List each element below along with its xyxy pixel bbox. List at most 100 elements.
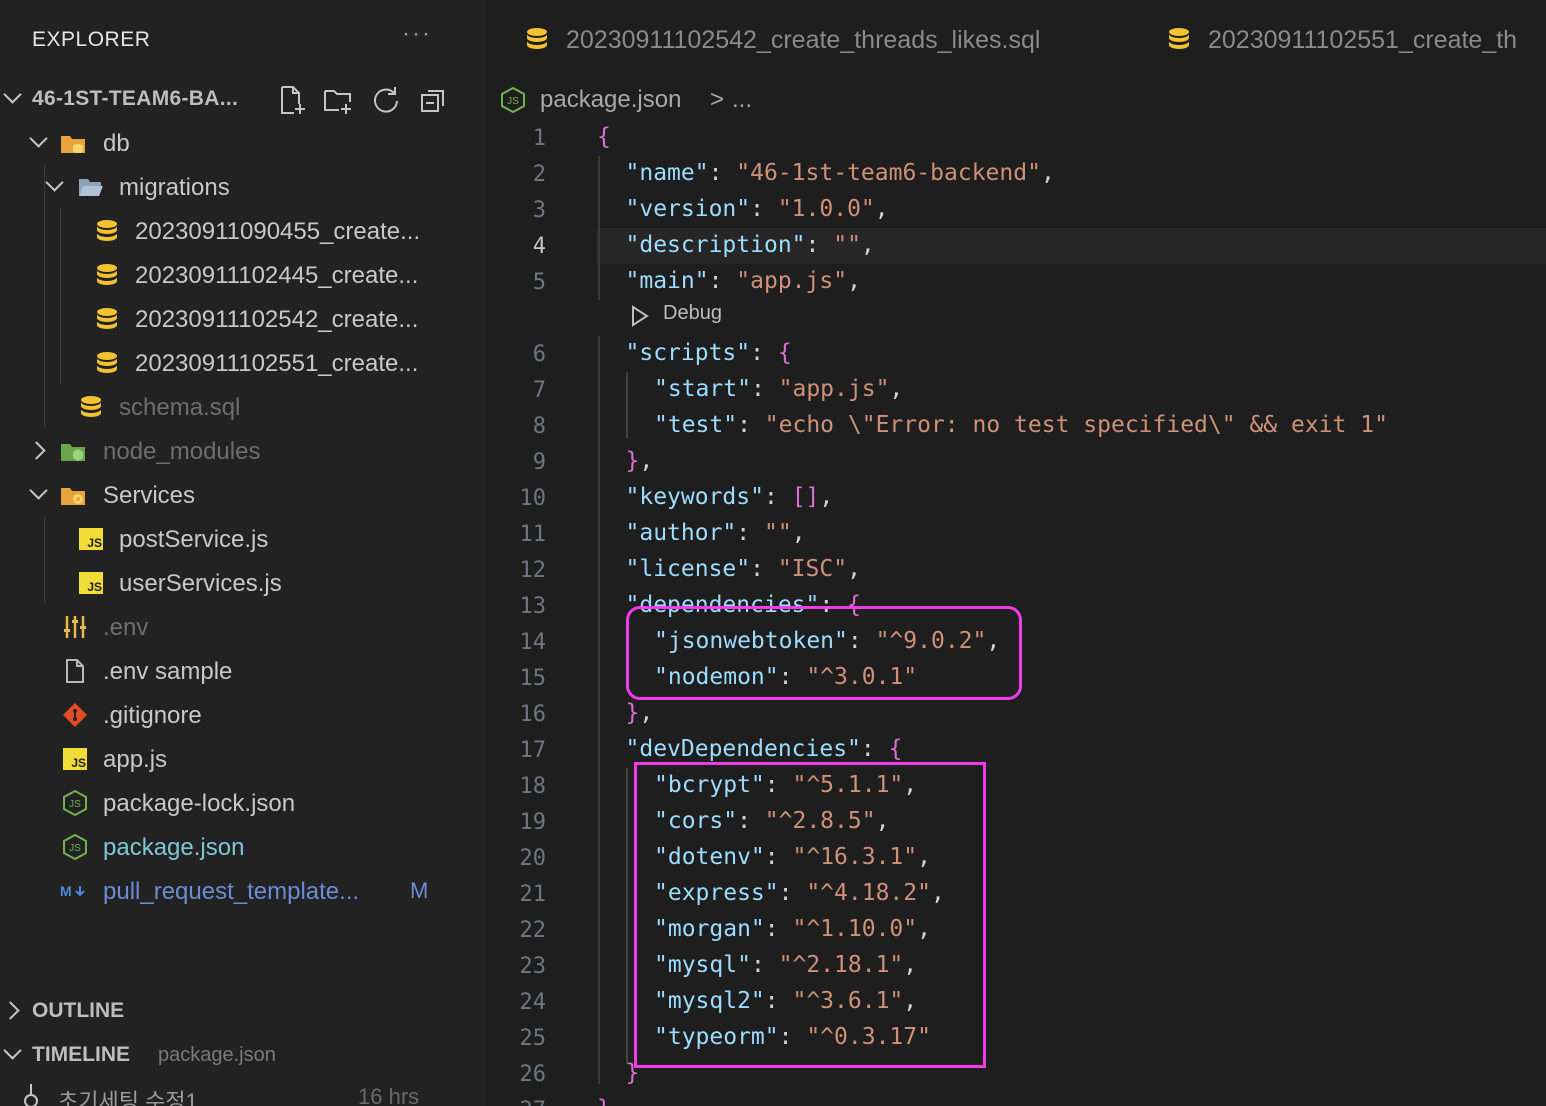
folder-services-icon	[61, 488, 85, 505]
folder-node-icon	[61, 444, 85, 461]
js-file-icon: JS	[79, 572, 103, 594]
indent-guide	[598, 336, 600, 1084]
tree-item-label: node_modules	[103, 438, 261, 465]
line-number: 24	[519, 990, 547, 1015]
code-line[interactable]: },	[626, 448, 654, 474]
tree-folder-node-modules[interactable]: node_modules	[0, 430, 486, 470]
tree-item-label: package.json	[103, 834, 245, 861]
line-number: 23	[519, 954, 547, 979]
code-line[interactable]: "devDependencies": {	[626, 736, 903, 762]
code-line[interactable]: "license": "ISC",	[626, 556, 861, 582]
code-line[interactable]: "author": "",	[626, 520, 806, 546]
code-line[interactable]: "scripts": {	[626, 340, 792, 366]
code-line[interactable]: "test": "echo \"Error: no test specified…	[654, 412, 1388, 438]
new-folder-icon[interactable]	[322, 84, 354, 116]
line-number: 12	[519, 558, 547, 583]
line-number: 10	[519, 486, 547, 511]
timeline-entry-message: 초기세팅 수정1	[58, 1089, 198, 1106]
tree-item-label: app.js	[103, 746, 168, 773]
line-number: 11	[519, 522, 547, 547]
git-icon	[63, 703, 87, 727]
git-modified-badge: M	[410, 878, 429, 903]
project-name: 46-1ST-TEAM6-BA...	[32, 87, 239, 110]
indent-guide	[626, 768, 628, 1064]
line-number: 2	[532, 162, 546, 187]
tree-item-label: .env	[103, 614, 149, 641]
svg-text:JS: JS	[69, 799, 81, 810]
outline-section-header[interactable]: OUTLINE	[0, 990, 486, 1030]
code-line[interactable]: "version": "1.0.0",	[626, 196, 889, 222]
tree-item-label: postService.js	[119, 526, 269, 553]
more-actions-button[interactable]: ···	[402, 20, 432, 48]
line-number: 26	[519, 1062, 547, 1087]
tree-item-label: 20230911102542_create...	[135, 306, 419, 333]
tree-item-label: .gitignore	[103, 702, 202, 729]
code-line[interactable]: }	[597, 1096, 611, 1106]
database-icon	[97, 220, 117, 241]
code-line[interactable]: "name": "46-1st-team6-backend",	[626, 160, 1055, 186]
tree-file-package-lock[interactable]: JS package-lock.json	[0, 782, 486, 822]
code-view[interactable]: Debug 1 {2 "name": "46-1st-team6-backend",…	[486, 0, 1546, 1106]
tree-item-label: schema.sql	[119, 394, 241, 421]
chevron-right-icon	[27, 441, 46, 460]
tree-item-label: userServices.js	[119, 570, 282, 597]
line-number: 13	[519, 594, 547, 619]
line-number: 21	[519, 882, 547, 907]
commit-icon	[24, 1084, 38, 1106]
timeline-file: package.json	[158, 1044, 276, 1066]
line-number: 4	[532, 234, 546, 259]
tree-file-env-sample[interactable]: .env sample	[0, 650, 486, 690]
tree-folder-services[interactable]: Services	[0, 474, 486, 514]
svg-text:M: M	[60, 883, 72, 899]
line-number: 25	[519, 1026, 547, 1051]
tree-file-sql[interactable]: 20230911090455_create...	[0, 210, 486, 250]
database-icon	[81, 396, 101, 417]
tree-file-schema-sql[interactable]: schema.sql	[0, 386, 486, 426]
svg-text:JS: JS	[69, 843, 81, 854]
play-icon	[632, 305, 649, 327]
line-number: 16	[519, 702, 547, 727]
project-root-row[interactable]: 46-1ST-TEAM6-BA...	[0, 78, 486, 118]
nodejs-icon: JS	[63, 790, 87, 816]
code-line[interactable]: "start": "app.js",	[654, 376, 903, 402]
code-line[interactable]: },	[626, 700, 654, 726]
line-number: 18	[519, 774, 547, 799]
new-file-icon[interactable]	[276, 84, 308, 116]
line-number: 20	[519, 846, 547, 871]
chevron-down-icon	[3, 85, 22, 104]
code-line[interactable]: "description": "",	[626, 232, 875, 258]
tree-item-label: pull_request_template...	[103, 878, 360, 905]
timeline-entry[interactable]: 초기세팅 수정1 16 hrs	[0, 1076, 486, 1106]
refresh-icon[interactable]	[370, 84, 402, 116]
line-number: 3	[532, 198, 546, 223]
tree-file-gitignore[interactable]: .gitignore	[0, 694, 486, 734]
explorer-sidebar: EXPLORER ··· 46-1ST-TEAM6-BA... db migra…	[0, 0, 486, 1106]
folder-db-icon	[61, 136, 85, 153]
tree-file-sql[interactable]: 20230911102445_create...	[0, 254, 486, 294]
line-number: 7	[532, 378, 546, 403]
js-file-icon: JS	[63, 748, 87, 770]
tree-file-js[interactable]: JS userServices.js	[0, 562, 486, 602]
tree-file-js[interactable]: JS postService.js	[0, 518, 486, 558]
line-number: 8	[532, 414, 546, 439]
tree-item-label: 20230911102551_create...	[135, 350, 419, 377]
tree-file-env[interactable]: .env	[0, 606, 486, 646]
timeline-section-header[interactable]: TIMELINE package.json	[0, 1034, 486, 1074]
tree-file-package-json[interactable]: JS package.json	[0, 826, 486, 866]
tree-folder-db[interactable]: db	[0, 122, 486, 162]
line-number: 5	[532, 270, 546, 295]
tree-item-label: .env sample	[103, 658, 233, 685]
database-icon	[97, 352, 117, 373]
tree-file-sql[interactable]: 20230911102551_create...	[0, 342, 486, 382]
js-file-icon: JS	[79, 528, 103, 550]
code-line[interactable]: "keywords": [],	[626, 484, 834, 510]
highlight-annotation-box	[626, 606, 1022, 700]
tree-folder-migrations[interactable]: migrations	[0, 166, 486, 206]
chevron-right-icon	[1, 1001, 20, 1020]
collapse-all-icon[interactable]	[418, 84, 450, 116]
code-line[interactable]: {	[597, 124, 611, 150]
tree-file-sql[interactable]: 20230911102542_create...	[0, 298, 486, 338]
tree-file-js[interactable]: JS app.js	[0, 738, 486, 778]
tree-file-markdown[interactable]: M pull_request_template... M	[0, 870, 486, 910]
code-line[interactable]: "main": "app.js",	[626, 268, 861, 294]
